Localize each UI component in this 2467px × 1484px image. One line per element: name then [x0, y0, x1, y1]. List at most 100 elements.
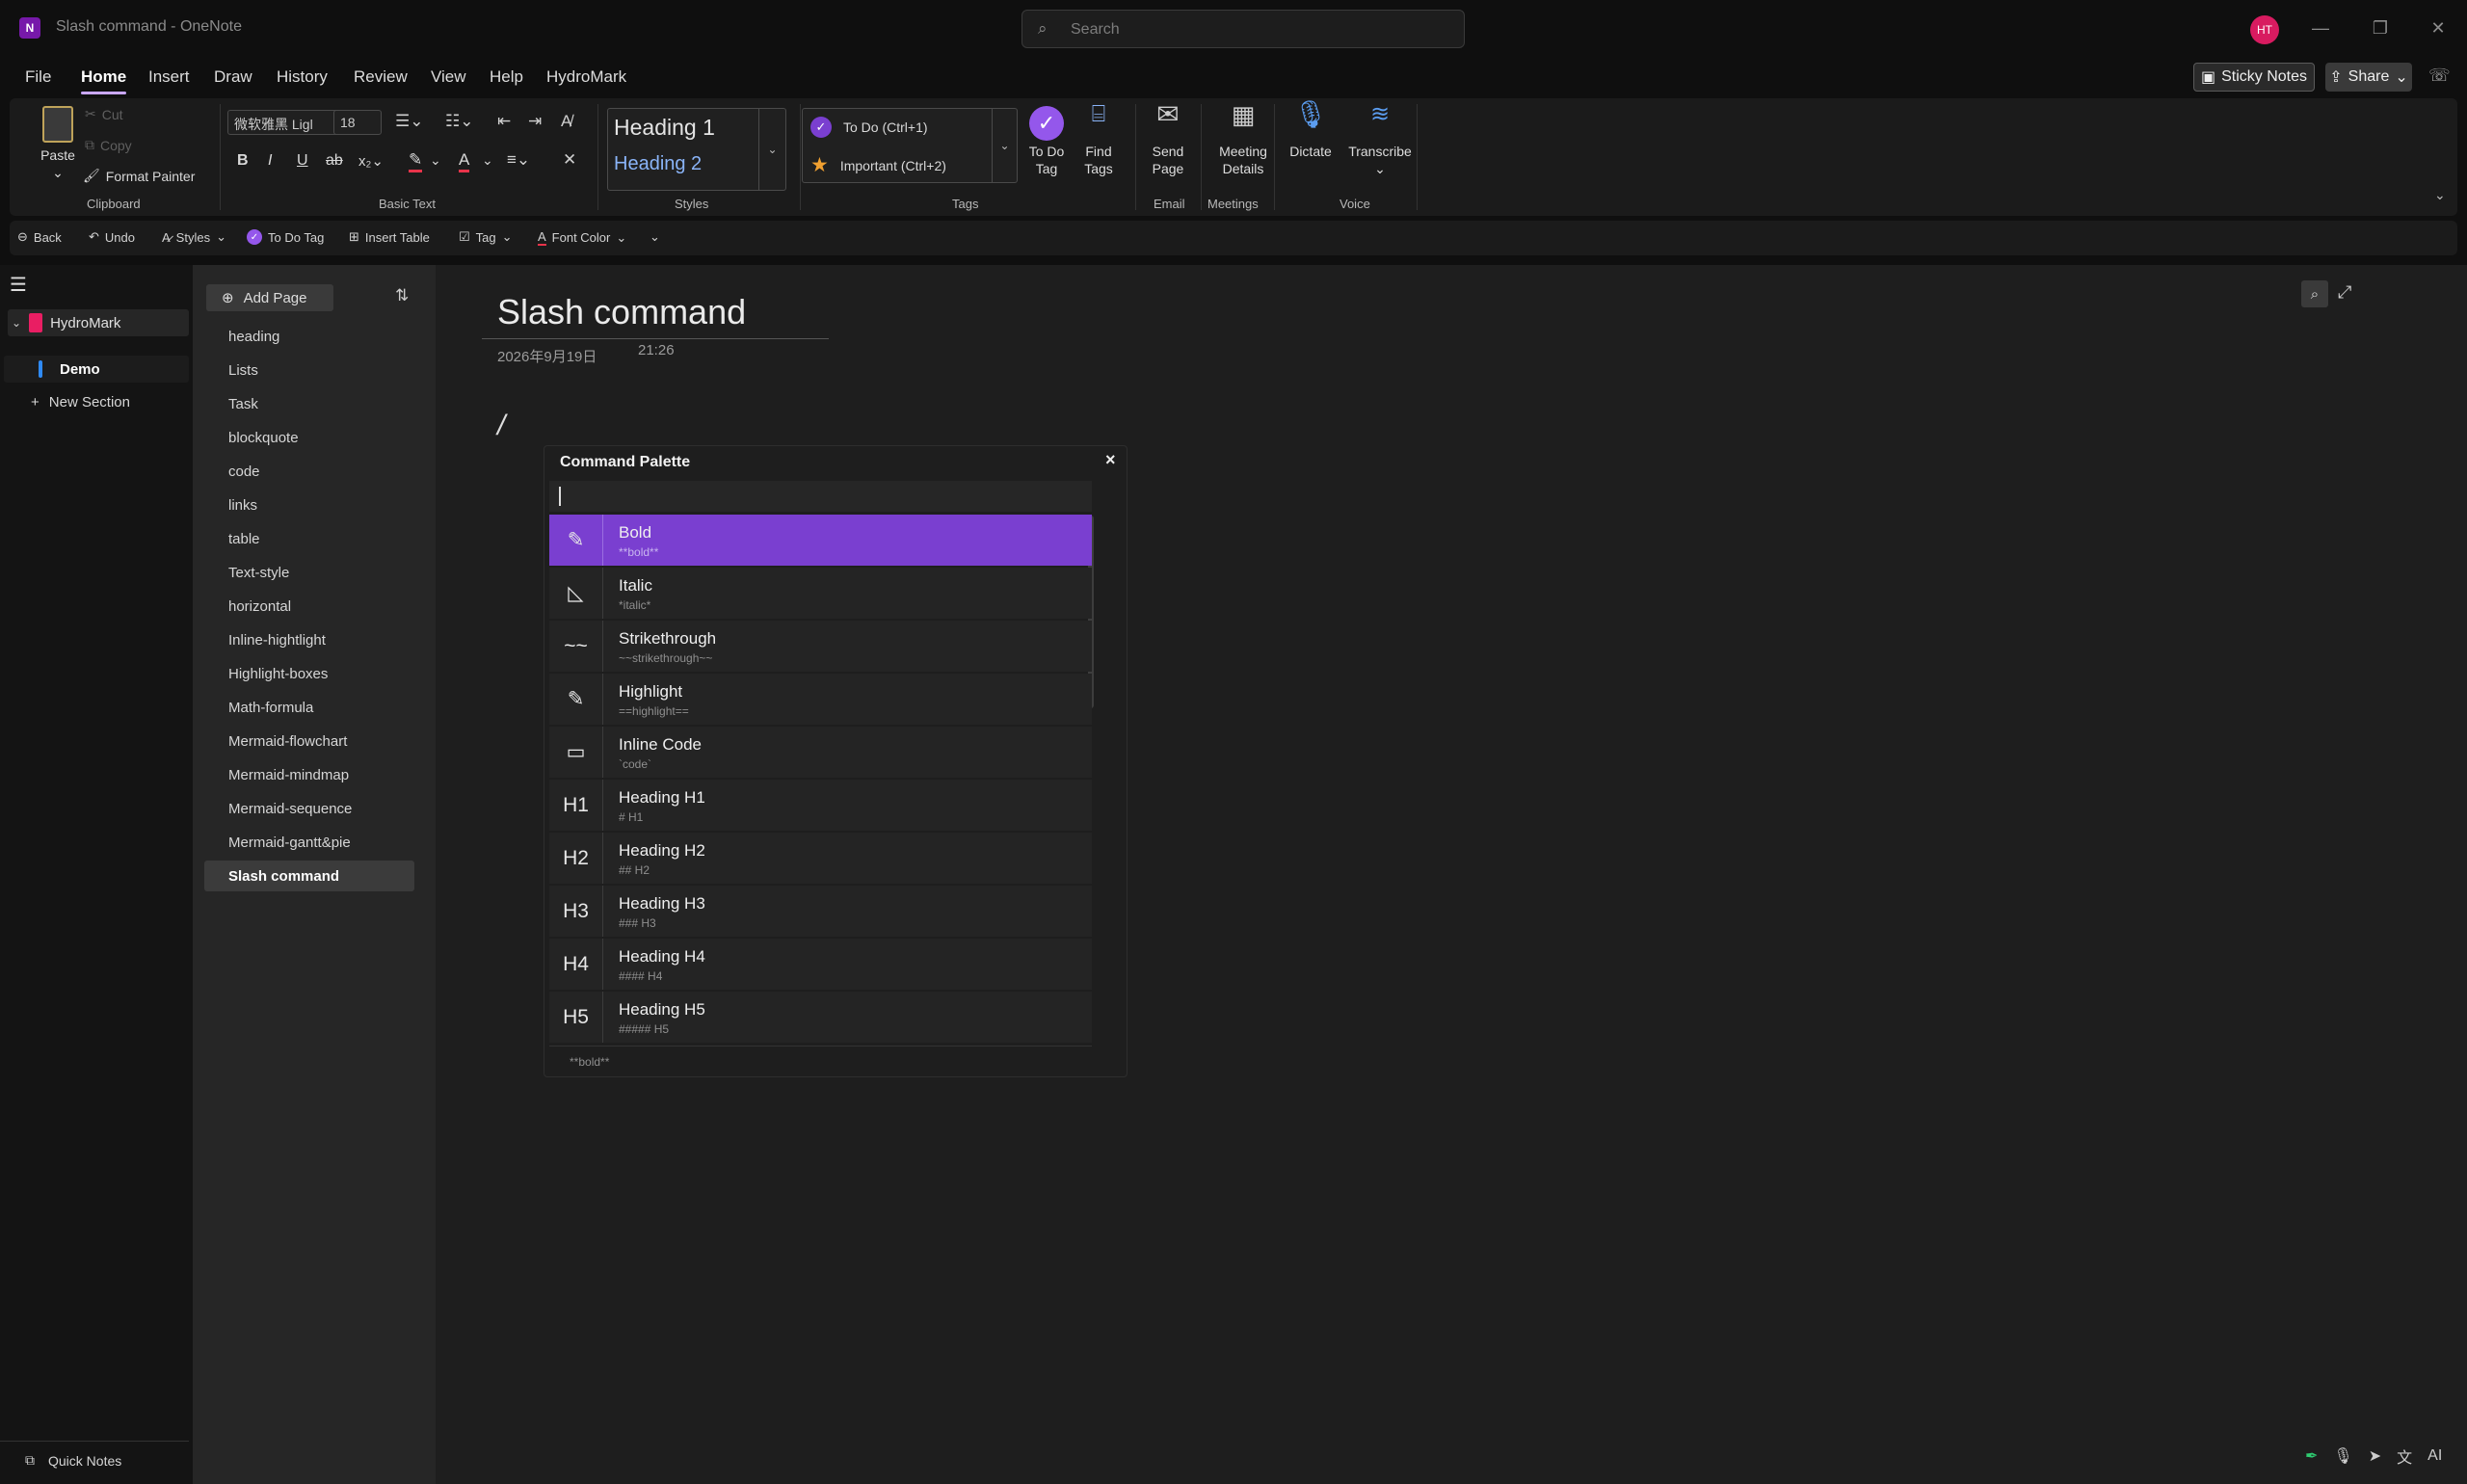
tag-important[interactable]: ★ Important (Ctrl+2): [810, 153, 946, 177]
minimize-icon[interactable]: —: [2301, 13, 2340, 42]
command-item-heading-h1[interactable]: H1 Heading H1 # H1: [549, 780, 1092, 831]
font-color-button[interactable]: A Font Color ⌄: [538, 229, 626, 246]
page-item[interactable]: Highlight-boxes: [204, 658, 414, 689]
command-item-strikethrough[interactable]: ~~ Strikethrough ~~strikethrough~~: [549, 621, 1092, 672]
cut-button[interactable]: ✂ Cut: [85, 106, 123, 122]
command-item-heading-h5[interactable]: H5 Heading H5 ##### H5: [549, 992, 1092, 1043]
feedback-icon[interactable]: ☏: [2428, 66, 2451, 86]
section-item-demo[interactable]: Demo: [4, 356, 189, 383]
italic-icon[interactable]: I: [268, 152, 272, 170]
pen-icon[interactable]: ✒: [2305, 1446, 2318, 1466]
palette-search-input[interactable]: [549, 481, 1092, 512]
meeting-details-button[interactable]: ▦ Meeting Details: [1205, 102, 1282, 177]
menu-help[interactable]: Help: [490, 67, 523, 87]
bullets-icon[interactable]: ☰⌄: [395, 112, 423, 131]
copy-button[interactable]: ⧉ Copy: [85, 137, 132, 153]
page-item[interactable]: Lists: [204, 355, 414, 385]
page-item[interactable]: table: [204, 523, 414, 554]
hamburger-icon[interactable]: ☰: [10, 273, 27, 297]
new-section-button[interactable]: + New Section: [31, 394, 130, 411]
bold-icon[interactable]: B: [237, 152, 249, 170]
font-size-dropdown[interactable]: 18: [333, 110, 382, 135]
close-icon[interactable]: ✕: [2419, 13, 2457, 42]
todo-tag-qat-button[interactable]: ✓ To Do Tag: [247, 229, 324, 245]
microphone-icon[interactable]: 🎙: [2333, 1446, 2352, 1466]
delete-icon[interactable]: ✕: [563, 150, 576, 170]
numbering-icon[interactable]: ☷⌄: [445, 112, 473, 131]
format-painter-button[interactable]: 🖌 Format Painter: [83, 168, 195, 184]
collapse-ribbon-icon[interactable]: ⌄: [2434, 187, 2446, 203]
todo-tag-button[interactable]: ✓ To Do Tag: [1018, 106, 1075, 177]
page-item[interactable]: Task: [204, 388, 414, 419]
underline-icon[interactable]: U: [297, 152, 308, 170]
page-item[interactable]: horizontal: [204, 591, 414, 622]
command-item-inline-code[interactable]: ▭ Inline Code `code`: [549, 727, 1092, 778]
customize-qat-icon[interactable]: ⌄: [650, 229, 660, 245]
page-title[interactable]: Slash command: [497, 292, 746, 332]
back-button[interactable]: ⊖ Back: [17, 229, 62, 245]
menu-hydromark[interactable]: HydroMark: [546, 67, 626, 87]
strikethrough-icon[interactable]: ab: [326, 152, 343, 170]
page-item[interactable]: Inline-hightlight: [204, 624, 414, 655]
page-item[interactable]: blockquote: [204, 422, 414, 453]
restore-icon[interactable]: ❐: [2361, 13, 2400, 42]
tags-more-icon[interactable]: ⌄: [992, 109, 1017, 182]
close-icon[interactable]: ×: [1105, 450, 1116, 470]
undo-button[interactable]: ↶ Undo: [89, 229, 135, 245]
command-item-heading-h2[interactable]: H2 Heading H2 ## H2: [549, 833, 1092, 884]
styles-more-icon[interactable]: ⌄: [758, 109, 785, 190]
menu-file[interactable]: File: [25, 67, 51, 87]
font-family-dropdown[interactable]: 微软雅黑 Ligl: [227, 110, 341, 135]
command-item-heading-h4[interactable]: H4 Heading H4 #### H4: [549, 939, 1092, 990]
add-page-button[interactable]: ⊕ Add Page: [206, 284, 333, 311]
dictate-button[interactable]: 🎙 Dictate: [1280, 101, 1341, 160]
menu-view[interactable]: View: [431, 67, 466, 87]
page-item[interactable]: code: [204, 456, 414, 487]
font-color-icon[interactable]: A: [459, 150, 470, 172]
search-icon[interactable]: ⌕: [2301, 280, 2328, 307]
ai-icon[interactable]: AI: [2427, 1447, 2442, 1465]
page-item[interactable]: Mermaid-mindmap: [204, 759, 414, 790]
tag-todo[interactable]: ✓ To Do (Ctrl+1): [810, 117, 928, 138]
search-input[interactable]: ⌕ Search: [1021, 10, 1465, 48]
style-heading-2[interactable]: Heading 2: [614, 153, 702, 175]
transcribe-button[interactable]: ≋ Transcribe ⌄: [1343, 103, 1417, 177]
paste-button[interactable]: Paste ⌄: [29, 106, 87, 181]
menu-history[interactable]: History: [277, 67, 328, 87]
page-item[interactable]: Mermaid-gantt&pie: [204, 827, 414, 858]
command-item-highlight[interactable]: ✎ Highlight ==highlight==: [549, 674, 1092, 725]
menu-review[interactable]: Review: [354, 67, 408, 87]
menu-draw[interactable]: Draw: [214, 67, 252, 87]
styles-gallery[interactable]: Heading 1 Heading 2 ⌄: [607, 108, 786, 191]
command-item-bold[interactable]: ✎ Bold **bold**: [549, 515, 1092, 566]
send-page-button[interactable]: ✉ Send Page: [1139, 101, 1197, 177]
tag-button[interactable]: ☑ Tag ⌄: [459, 229, 513, 245]
quick-notes-button[interactable]: ⧉ Quick Notes: [25, 1452, 121, 1469]
share-button[interactable]: ⇪ Share ⌄: [2325, 63, 2412, 92]
page-item[interactable]: Mermaid-sequence: [204, 793, 414, 824]
page-item[interactable]: Mermaid-flowchart: [204, 726, 414, 756]
page-item[interactable]: heading: [204, 321, 414, 352]
sticky-notes-button[interactable]: ▣ Sticky Notes: [2193, 63, 2315, 92]
outdent-icon[interactable]: ⇤: [497, 112, 511, 131]
subscript-icon[interactable]: x₂⌄: [358, 152, 384, 170]
page-item-selected[interactable]: Slash command: [204, 861, 414, 891]
insert-table-button[interactable]: ⊞ Insert Table: [349, 229, 430, 245]
translate-icon[interactable]: 文: [2397, 1444, 2412, 1468]
chevron-down-icon[interactable]: ⌄: [430, 152, 441, 169]
highlight-color-icon[interactable]: ✎: [409, 150, 423, 172]
command-item-italic[interactable]: ◺ Italic *italic*: [549, 568, 1092, 619]
style-heading-1[interactable]: Heading 1: [614, 115, 715, 141]
send-icon[interactable]: ➤: [2369, 1446, 2381, 1466]
page-item[interactable]: Math-formula: [204, 692, 414, 723]
page-item[interactable]: links: [204, 490, 414, 520]
menu-insert[interactable]: Insert: [148, 67, 190, 87]
sort-icon[interactable]: ⇅: [395, 286, 409, 305]
indent-icon[interactable]: ⇥: [528, 112, 542, 131]
fullscreen-icon[interactable]: ⤢: [2338, 282, 2351, 303]
notebook-item[interactable]: ⌄ HydroMark: [8, 309, 189, 336]
note-body-text[interactable]: /: [497, 410, 505, 442]
align-icon[interactable]: ≡⌄: [507, 150, 530, 170]
command-item-heading-h3[interactable]: H3 Heading H3 ### H3: [549, 886, 1092, 937]
avatar[interactable]: HT: [2250, 15, 2279, 44]
